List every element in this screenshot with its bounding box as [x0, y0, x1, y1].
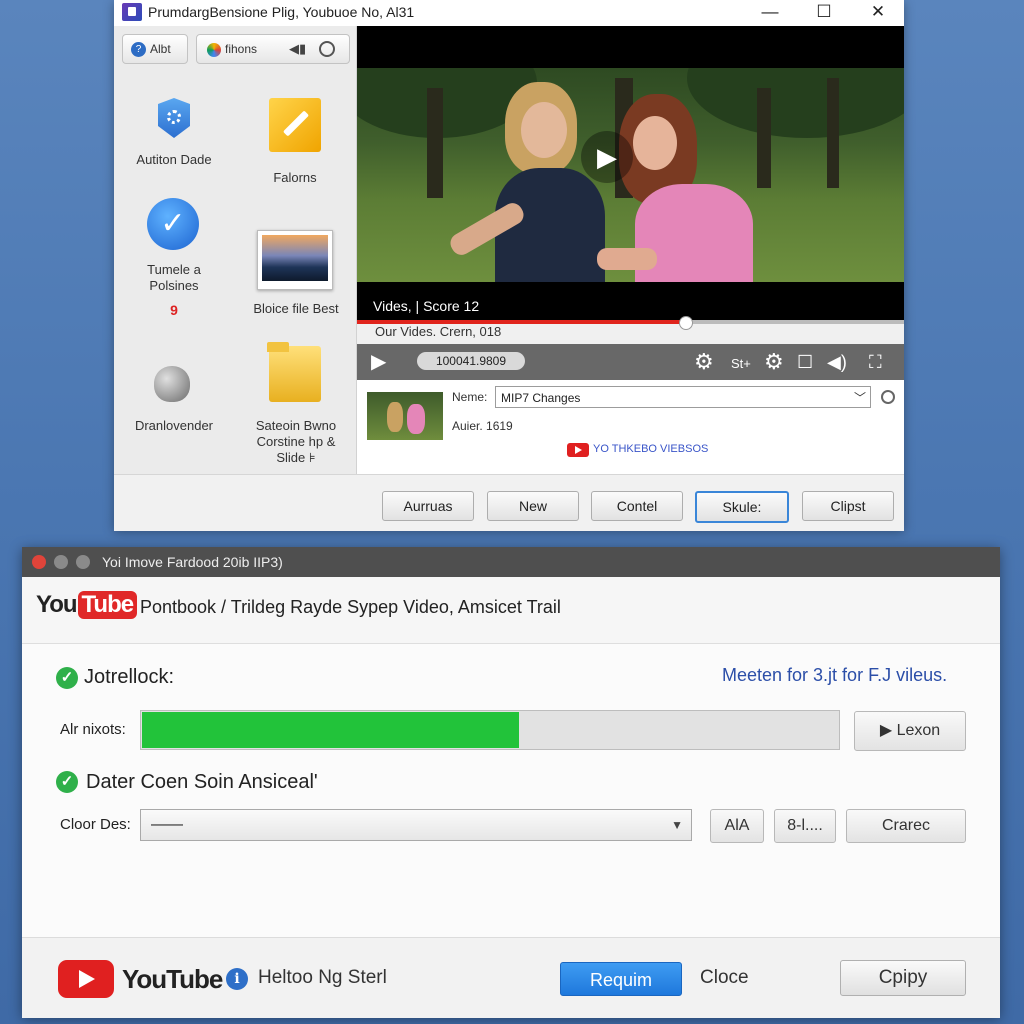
- progress-label: Alr nixots:: [60, 721, 126, 738]
- ala-button[interactable]: AlA: [710, 809, 764, 843]
- fullscreen-icon[interactable]: ⛶: [869, 350, 882, 374]
- sidebar-item-label: Bloice file Best: [253, 301, 339, 316]
- toolbar-chip-fihons[interactable]: fihons ◀▮: [196, 34, 350, 64]
- title-bar: PrumdargBensione Plig, Youbuoe No, Al31 …: [114, 0, 904, 27]
- title-bar: Yoi Imove Fardood 20ib IIP3): [22, 547, 1000, 577]
- video-thumbnail[interactable]: [367, 392, 443, 440]
- name-select[interactable]: MIP7 Changes ﹀: [495, 386, 871, 408]
- window-title: Yoi Imove Fardood 20ib IIP3): [102, 554, 283, 570]
- volume-icon[interactable]: ◀▮: [289, 35, 306, 63]
- contel-button[interactable]: Contel: [591, 491, 683, 521]
- option-button[interactable]: 8-l....: [774, 809, 836, 843]
- youtube-play-icon: [58, 960, 114, 998]
- folder-icon: [267, 342, 321, 402]
- gear-badge-icon: [158, 98, 190, 138]
- check-icon: ✓: [56, 667, 78, 689]
- clipst-button[interactable]: Clipst: [802, 491, 894, 521]
- name-label: Neme:: [452, 390, 488, 404]
- close-dot[interactable]: [32, 555, 46, 569]
- logo-tube: Tube: [77, 591, 138, 619]
- copy-button[interactable]: Cpipy: [840, 960, 966, 996]
- toolbar-chip-albt[interactable]: ? Albt: [122, 34, 188, 64]
- check-icon: ✓: [56, 771, 78, 793]
- sidebar-item-count: 9: [170, 302, 178, 318]
- youtube-wordmark: YouTube: [122, 964, 223, 994]
- section-label-2: Dater Coen Soin Ansiceal': [86, 771, 318, 793]
- help-text: Heltoo Ng Sterl: [258, 967, 387, 988]
- minimize-button[interactable]: —: [750, 1, 790, 23]
- close-button[interactable]: ✕: [858, 1, 898, 23]
- sidebar-item-label: Autiton Dade: [136, 152, 212, 167]
- volume-icon[interactable]: ◀): [827, 350, 847, 374]
- palette-icon: [207, 42, 221, 57]
- download-progress-bar: [140, 710, 840, 750]
- sidebar: ? Albt fihons ◀▮ Autiton Dade Falorns ✓ T…: [114, 26, 357, 474]
- settings-gear-icon[interactable]: ⚙: [694, 350, 714, 374]
- sidebar-item-label: Falorns: [273, 170, 317, 185]
- chevron-down-icon: ▼: [671, 818, 683, 832]
- zoom-dot[interactable]: [76, 555, 90, 569]
- maximize-button[interactable]: ☐: [804, 1, 844, 23]
- checkmark-circle-icon: ✓: [147, 198, 199, 250]
- requim-button[interactable]: Requim: [560, 962, 682, 996]
- new-button[interactable]: New: [487, 491, 579, 521]
- page-title: Pontbook / Trildeg Rayde Sypep Video, Am…: [140, 597, 561, 617]
- info-link[interactable]: Meeten for 3.jt for F.J vileus.: [722, 665, 947, 686]
- time-display: 100041.9809: [417, 352, 525, 370]
- video-frame: [357, 68, 904, 282]
- video-player[interactable]: ▶ Vides, | Score 12: [357, 26, 904, 320]
- dropdown-value: ——: [151, 816, 183, 833]
- chip-label: fihons: [225, 42, 258, 56]
- miniplayer-icon[interactable]: ☐: [797, 350, 813, 374]
- landscape-photo-icon: [257, 230, 333, 290]
- app-icon: [122, 3, 142, 21]
- help-icon: ?: [131, 42, 146, 58]
- logo-you: You: [36, 591, 78, 618]
- player-pane: ▶ Vides, | Score 12 Our Vides. Crern, 01…: [357, 26, 904, 474]
- download-progress-fill: [142, 712, 519, 748]
- edit-pencil-icon: [269, 98, 321, 152]
- button-bar: Aurruas New Contel Skule: Clipst: [114, 474, 904, 531]
- section-label-1: Jotrellock:: [84, 666, 175, 688]
- sidebar-item-label: Sateoin Bwno Corstine hp & Slide ⊧: [255, 418, 337, 465]
- name-select-value: MIP7 Changes: [501, 391, 581, 405]
- format-dropdown[interactable]: —— ▼: [140, 809, 692, 841]
- info-icon: i: [226, 968, 248, 990]
- video-app-window: PrumdargBensione Plig, Youbuoe No, Al31 …: [114, 0, 904, 531]
- cloce-button[interactable]: Cloce: [700, 967, 749, 989]
- play-overlay-icon[interactable]: ▶: [581, 131, 633, 183]
- window-title: PrumdargBensione Plig, Youbuoe No, Al31: [148, 4, 415, 20]
- sidebar-item-label: Dranlovender: [134, 418, 214, 433]
- chip-label: Albt: [150, 42, 171, 56]
- youtube-logo: You Tube: [36, 591, 138, 619]
- footer: YouTube i Heltoo Ng Sterl Requim Cloce C…: [22, 937, 1000, 1018]
- seek-bar[interactable]: [357, 316, 904, 330]
- minimize-dot[interactable]: [54, 555, 68, 569]
- search-icon[interactable]: [881, 390, 895, 404]
- quality-label[interactable]: St+: [731, 352, 751, 376]
- crarec-button[interactable]: Crarec: [846, 809, 966, 843]
- youtube-icon: [567, 443, 589, 457]
- apple-icon: [154, 366, 190, 402]
- settings-icon[interactable]: [319, 41, 335, 57]
- video-info-panel: Neme: MIP7 Changes ﹀ Auier. 1619 YO THKE…: [357, 380, 904, 474]
- author-label: Auier. 1619: [452, 419, 513, 433]
- chevron-down-icon: ﹀: [853, 391, 866, 405]
- sidebar-item-label: Tumele a Polsines: [147, 262, 201, 293]
- dropdown-label: Cloor Des:: [60, 816, 131, 833]
- youtube-link[interactable]: YO THKEBO VIEBSOS: [593, 443, 708, 455]
- play-icon[interactable]: ▶: [371, 350, 386, 374]
- seek-bar-fill: [357, 320, 686, 324]
- lexon-button[interactable]: ▶ Lexon: [854, 711, 966, 751]
- skule-button[interactable]: Skule:: [695, 491, 789, 523]
- subtitle-text: Our Vides. Crern, 018: [375, 324, 502, 339]
- downloader-window: Yoi Imove Fardood 20ib IIP3) You Tube Pon…: [22, 547, 1000, 1018]
- gear-icon[interactable]: ⚙: [764, 350, 784, 374]
- aurruas-button[interactable]: Aurruas: [382, 491, 474, 521]
- player-controls: ▶ 100041.9809 ⚙ St+ ⚙ ☐ ◀) ⛶: [357, 344, 904, 380]
- video-caption: Vides, | Score 12: [373, 298, 480, 314]
